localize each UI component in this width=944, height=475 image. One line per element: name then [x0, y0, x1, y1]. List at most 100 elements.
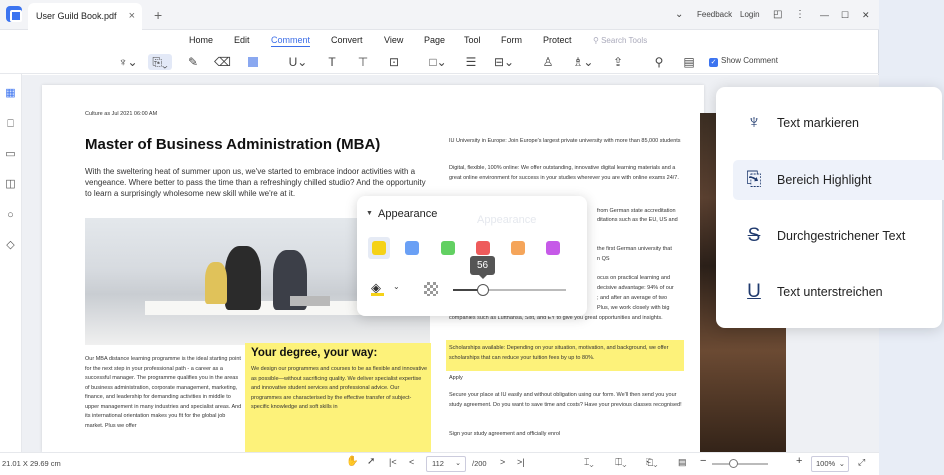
color-swatch-blue[interactable]	[405, 241, 419, 255]
page-number-input[interactable]: 112 ⌄	[426, 456, 466, 472]
stamp-tool-icon[interactable]: ♙	[540, 54, 556, 70]
last-page-icon[interactable]: >|	[517, 457, 525, 467]
app-logo-icon	[6, 6, 22, 22]
color-swatch-green[interactable]	[441, 241, 455, 255]
color-swatch-red[interactable]	[476, 241, 490, 255]
reading-mode-icon[interactable]: ▤	[678, 457, 687, 468]
doc-right-secure: Secure your place at IU easily and witho…	[449, 392, 682, 408]
eraser-icon[interactable]: ⌫	[214, 54, 231, 70]
zoom-in-button[interactable]: +	[796, 455, 802, 467]
comment-toolbar: ♆⌄ ⎘⌄ ✎ ⌫ U⌄ T ⊤ ⊡ □⌄ ☰ ⊟⌄ ♙ ♗⌄ ⇪ ⚲ ▤ ✓ S…	[0, 50, 879, 74]
hand-tool-icon[interactable]: ✋	[346, 456, 358, 467]
underline-tool-icon[interactable]: U⌄	[287, 54, 309, 70]
measure-tool-icon[interactable]: ⊟⌄	[493, 54, 515, 70]
maximize-icon[interactable]: ☐	[841, 0, 849, 30]
page-size: 21.01 X 29.69 cm	[2, 459, 61, 468]
note-tool-icon[interactable]: ☰	[463, 54, 479, 70]
pencil-icon[interactable]: ✎	[185, 54, 201, 70]
show-comment-toggle[interactable]: ✓ Show Comment	[709, 56, 778, 67]
attachments-icon[interactable]: ◫	[4, 178, 17, 191]
tab-close-icon[interactable]: ×	[129, 3, 135, 30]
appearance-ghost-title: Appearance	[477, 214, 537, 226]
zoom-dropdown-icon: ⌄	[838, 459, 845, 468]
show-comment-label: Show Comment	[721, 56, 778, 65]
comment-list-icon[interactable]: ▤	[681, 54, 697, 70]
color-square-icon[interactable]	[245, 54, 261, 70]
comment-icon[interactable]: ▭	[4, 148, 17, 161]
color-swatch-yellow[interactable]	[372, 241, 386, 255]
yellow-box-text: We design our programmes and courses to …	[251, 366, 427, 410]
signature-tool-icon[interactable]: ♗⌄	[572, 54, 594, 70]
minimize-icon[interactable]: —	[820, 0, 829, 30]
login-link[interactable]: Login	[740, 0, 760, 30]
document-tab[interactable]: User Guild Book.pdf ×	[28, 3, 142, 30]
area-highlight-tool-icon[interactable]: ⎘⌄	[148, 54, 172, 70]
search-panel-icon[interactable]: ○	[4, 209, 17, 222]
zoom-select[interactable]: 100% ⌄	[811, 456, 849, 472]
photo-laptop	[290, 296, 330, 306]
zoom-out-button[interactable]: −	[700, 455, 706, 467]
menu-comment[interactable]: Comment	[271, 35, 311, 47]
bookmark-icon[interactable]: ⎕	[4, 118, 17, 131]
attachment-icon[interactable]: ⚲	[651, 54, 667, 70]
menu-edit[interactable]: Edit	[234, 35, 250, 45]
fit-page-icon[interactable]: ⎅⌄	[615, 457, 626, 468]
menu-item-underline[interactable]: U Text unterstreichen	[733, 273, 944, 311]
zoom-slider[interactable]	[712, 463, 768, 465]
menu-item-area-highlight[interactable]: ⎘ Bereich Highlight	[733, 161, 944, 199]
page-dropdown-icon: ⌄	[455, 460, 461, 467]
opacity-icon	[424, 282, 438, 296]
doc-right-digital: Digital, flexible, 100% online: We offer…	[449, 165, 679, 181]
menu-form[interactable]: Form	[501, 35, 522, 45]
doc-right-fragment: the first German university that	[597, 246, 672, 252]
doc-right-apply: Apply	[449, 375, 463, 381]
new-tab-icon[interactable]: +	[154, 7, 162, 23]
menu-item-label: Bereich Highlight	[777, 173, 872, 187]
doc-right-fragment: ditations such as the EU, US and	[597, 217, 678, 223]
menu-tool[interactable]: Tool	[464, 35, 481, 45]
highlighted-area[interactable]: Your degree, your way: We design our pro…	[245, 343, 431, 453]
menu-item-strikethrough[interactable]: S Durchgestrichener Text	[733, 217, 944, 255]
more-icon[interactable]: ⋮	[795, 0, 805, 30]
menu-convert[interactable]: Convert	[331, 35, 363, 45]
textbox-tool-icon[interactable]: ⊤	[355, 54, 371, 70]
prev-page-icon[interactable]: <	[409, 457, 414, 467]
photo-person	[225, 246, 261, 310]
select-tool-icon[interactable]: ➚	[367, 456, 375, 467]
color-swatch-purple[interactable]	[546, 241, 560, 255]
menu-item-text-highlight[interactable]: ♆ Text markieren	[733, 104, 944, 142]
feedback-link[interactable]: Feedback	[697, 0, 732, 30]
doc-title: Master of Business Administration (MBA)	[85, 136, 381, 153]
highlight-tool-icon[interactable]: ♆⌄	[117, 54, 139, 70]
callout-tool-icon[interactable]: ⊡	[386, 54, 402, 70]
layers-icon[interactable]: ◇	[4, 239, 17, 252]
strikethrough-icon: S	[747, 225, 761, 246]
next-page-icon[interactable]: >	[500, 457, 505, 467]
collapse-caret-icon[interactable]: ▼	[366, 210, 373, 217]
text-tool-icon[interactable]: T	[324, 54, 340, 70]
highlight-type-menu: ♆ Text markieren ⎘ Bereich Highlight S D…	[716, 87, 944, 328]
page-layout-icon[interactable]: ⎗⌄	[646, 457, 657, 468]
menu-view[interactable]: View	[384, 35, 403, 45]
thumbnails-icon[interactable]: ▦	[4, 87, 17, 100]
checkbox-checked-icon[interactable]: ✓	[709, 58, 718, 67]
zoom-slider-handle[interactable]	[729, 459, 738, 468]
doc-left-column: Our MBA distance learning programme is t…	[85, 356, 242, 429]
zoom-value: 100%	[816, 459, 836, 468]
menu-page[interactable]: Page	[424, 35, 445, 45]
fill-dropdown-icon[interactable]: ⌄	[393, 282, 400, 291]
chevron-down-icon[interactable]: ⌄	[675, 0, 683, 30]
yellow-box-title: Your degree, your way:	[251, 347, 378, 359]
fit-width-icon[interactable]: ⌶⌄	[584, 457, 594, 468]
search-tools[interactable]: ⚲ Search Tools	[593, 36, 647, 45]
first-page-icon[interactable]: |<	[389, 457, 397, 467]
notification-icon[interactable]: ◰	[773, 0, 782, 30]
shape-tool-icon[interactable]: □⌄	[427, 54, 449, 70]
menu-protect[interactable]: Protect	[543, 35, 572, 45]
color-swatch-orange[interactable]	[511, 241, 525, 255]
fullscreen-icon[interactable]: ⤢	[858, 457, 865, 468]
share-tool-icon[interactable]: ⇪	[610, 54, 626, 70]
menu-home[interactable]: Home	[189, 35, 213, 45]
opacity-slider-handle[interactable]	[477, 284, 489, 296]
close-icon[interactable]: ✕	[862, 0, 870, 30]
